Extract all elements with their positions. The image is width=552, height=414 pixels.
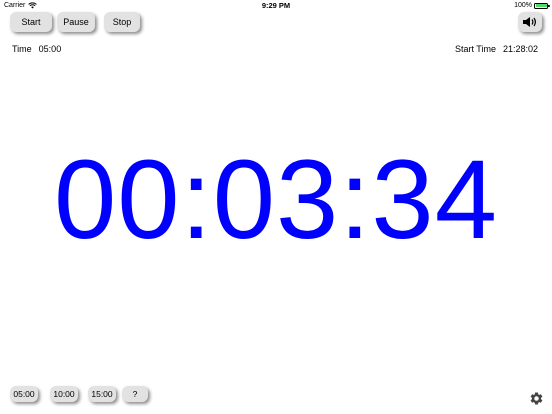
pause-button[interactable]: Pause (57, 12, 95, 32)
time-value: 05:00 (38, 44, 62, 54)
start-button[interactable]: Start (10, 12, 52, 32)
preset-button-15[interactable]: 15:00 (88, 386, 116, 402)
speaker-icon (523, 17, 536, 27)
help-button[interactable]: ? (122, 386, 148, 402)
battery-icon (534, 2, 550, 9)
time-info: Time 05:00 (12, 44, 61, 54)
status-time: 9:29 PM (261, 1, 291, 10)
start-time-value: 21:28:02 (502, 44, 538, 54)
status-bar: Carrier 9:29 PM 100% (0, 0, 552, 12)
stop-button[interactable]: Stop (104, 12, 140, 32)
sound-button[interactable] (518, 12, 542, 32)
preset-button-05[interactable]: 05:00 (10, 386, 38, 402)
battery-percent: 100% (514, 2, 532, 9)
time-label: Time (12, 44, 32, 54)
timer-display: 00:03:34 (54, 137, 498, 262)
battery-fill (535, 4, 547, 7)
status-right: 100% (514, 2, 550, 9)
preset-button-10[interactable]: 10:00 (50, 386, 78, 402)
start-time-label: Start Time (454, 44, 496, 54)
start-time-info: Start Time 21:28:02 (455, 44, 538, 54)
gear-icon[interactable] (529, 391, 544, 406)
